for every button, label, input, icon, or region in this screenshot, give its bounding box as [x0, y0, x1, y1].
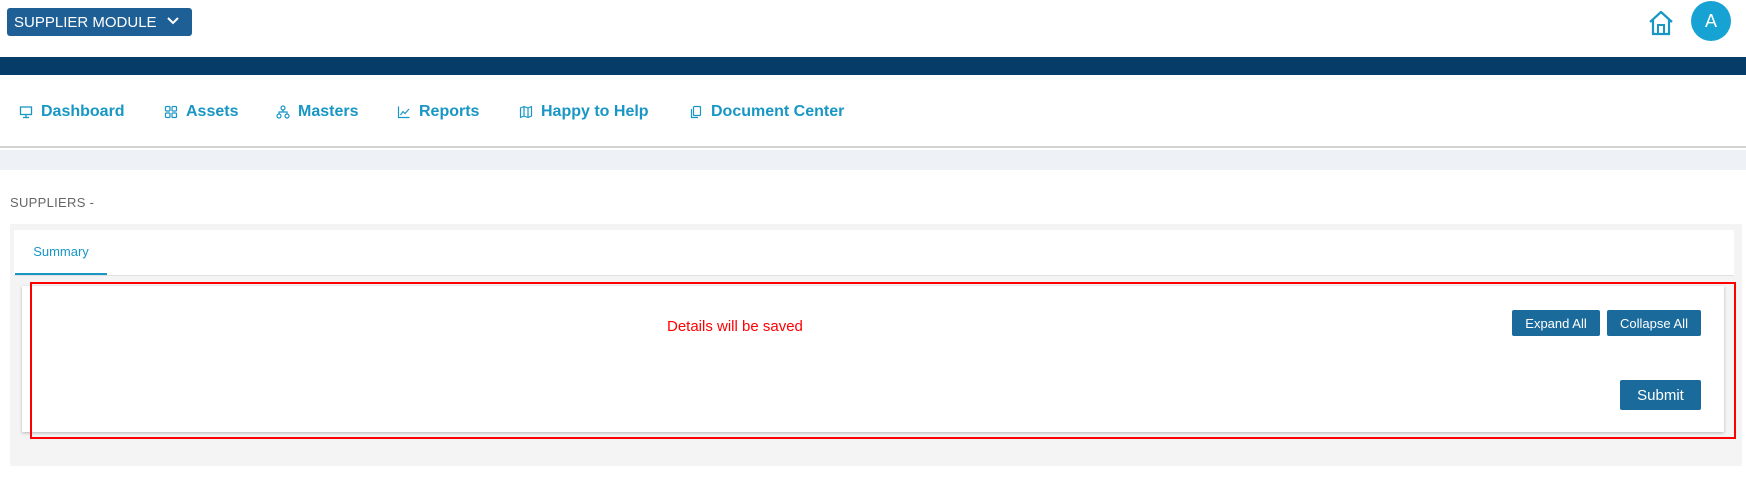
map-icon — [519, 105, 533, 119]
nav-item-masters[interactable]: Masters — [276, 103, 358, 121]
tab-label: Summary — [33, 244, 89, 259]
tab-bar: Summary — [14, 230, 1734, 276]
module-select[interactable]: SUPPLIER MODULE — [7, 8, 192, 36]
header-band — [0, 57, 1746, 75]
nav-item-label: Assets — [186, 103, 239, 120]
chevron-down-icon — [167, 17, 179, 25]
hierarchy-icon — [276, 105, 290, 119]
page-title: SUPPLIERS - — [10, 195, 95, 210]
main-nav: Dashboard Assets Masters Reports Happy t… — [0, 75, 1746, 148]
grid-icon — [164, 105, 178, 119]
submit-button[interactable]: Submit — [1620, 380, 1701, 410]
nav-item-label: Happy to Help — [541, 103, 649, 120]
nav-item-label: Document Center — [711, 103, 845, 120]
expand-all-button[interactable]: Expand All — [1512, 310, 1600, 336]
nav-item-dashboard[interactable]: Dashboard — [19, 103, 125, 121]
nav-divider-strip — [0, 150, 1746, 170]
status-message: Details will be saved — [667, 318, 803, 335]
nav-item-label: Masters — [298, 103, 359, 120]
documents-icon — [690, 105, 702, 119]
nav-item-document-center[interactable]: Document Center — [689, 103, 844, 121]
tab-summary[interactable]: Summary — [15, 230, 107, 275]
home-icon[interactable] — [1646, 8, 1676, 38]
nav-item-reports[interactable]: Reports — [397, 103, 479, 121]
avatar[interactable]: A — [1691, 1, 1731, 41]
collapse-all-button[interactable]: Collapse All — [1607, 310, 1701, 336]
nav-item-label: Dashboard — [41, 103, 125, 120]
nav-item-happy-to-help[interactable]: Happy to Help — [519, 103, 649, 121]
nav-item-assets[interactable]: Assets — [164, 103, 238, 121]
nav-item-label: Reports — [419, 103, 480, 120]
module-select-label: SUPPLIER MODULE — [14, 13, 157, 31]
line-chart-icon — [397, 106, 410, 119]
monitor-icon — [19, 106, 33, 119]
avatar-initial: A — [1704, 10, 1717, 31]
summary-panel — [22, 286, 1724, 432]
